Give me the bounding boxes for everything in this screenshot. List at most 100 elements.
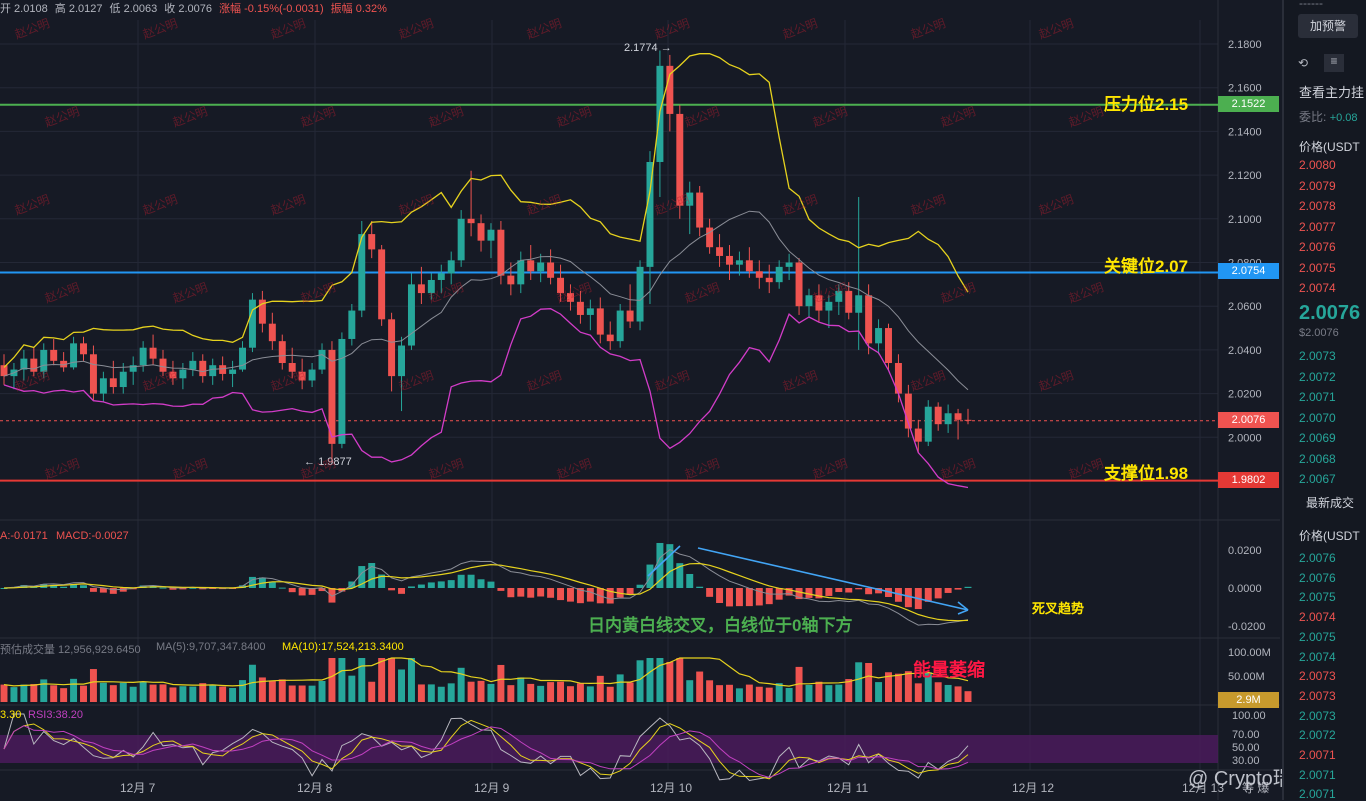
candle-body — [417, 284, 425, 294]
last-price: 2.0076 — [1299, 302, 1361, 324]
volume-bar — [229, 688, 237, 702]
sidebar-dashes: ------ — [1299, 0, 1323, 10]
candle-body — [199, 360, 207, 377]
volume-bar — [755, 686, 763, 702]
macd-bar — [89, 588, 97, 592]
volume-bar — [348, 675, 356, 702]
volume-bar — [99, 682, 107, 702]
volume-bar — [10, 687, 18, 702]
volume-bar — [606, 686, 614, 702]
volume-bar — [566, 686, 574, 702]
price-tick-label: 2.0000 — [1228, 432, 1262, 444]
candle-body — [696, 192, 704, 228]
close-value: 收 2.0076 — [164, 3, 212, 15]
candle-body — [119, 371, 127, 388]
rsi-label-b: RSI3:38.20 — [28, 709, 84, 721]
candle-body — [805, 295, 813, 307]
candle-body — [765, 277, 773, 283]
volume-bar — [706, 680, 714, 702]
order-book-panel: ------ 加预警 ⟲ ≡ 查看主力挂 委比: +0.08 价格(USDT 2… — [1282, 0, 1366, 801]
trade-price: 2.0076 — [1299, 551, 1336, 565]
macd-bar — [686, 573, 694, 588]
candle-body — [547, 262, 555, 278]
candlestick-chart[interactable]: 2.18002.16002.14002.12002.10002.08002.06… — [0, 0, 1313, 800]
volume-bar — [964, 691, 972, 702]
volume-label: 预估成交量 12,956,929.6450 — [0, 644, 141, 656]
candle-body — [954, 413, 962, 420]
macd-bar — [825, 588, 833, 596]
order-book-price: 2.0076 — [1299, 240, 1336, 254]
candle-body — [885, 328, 892, 364]
macd-bar — [60, 586, 68, 588]
volume-bar — [616, 674, 624, 702]
trade-price: 2.0074 — [1299, 610, 1336, 625]
candle-body — [398, 345, 406, 377]
trade-price: 2.0075 — [1299, 590, 1336, 605]
volume-bar — [904, 671, 912, 702]
order-book-price: 2.0080 — [1299, 158, 1336, 172]
open-value: 开 2.0108 — [0, 3, 48, 15]
volume-bar — [398, 669, 406, 702]
main-orders-link[interactable]: 查看主力挂 — [1299, 82, 1364, 101]
candle-body — [457, 218, 465, 261]
candle-body — [149, 347, 157, 359]
volume-tick-label: 100.00M — [1228, 647, 1271, 659]
macd-bar — [517, 588, 525, 597]
macd-histogram — [0, 542, 972, 610]
order-book-price: 2.0072 — [1299, 369, 1336, 384]
volume-bar — [30, 684, 38, 702]
volume-bar — [497, 664, 505, 702]
volume-bar — [467, 681, 475, 702]
ratio-label-text: 委比: — [1299, 110, 1327, 124]
candle-body — [109, 378, 117, 388]
price-tick-label: 2.1400 — [1228, 126, 1262, 138]
change-value: 涨幅 -0.15%(-0.0031) — [219, 3, 324, 15]
macd-bar — [159, 587, 167, 589]
volume-bar — [875, 682, 883, 702]
volume-note: 能量萎缩 — [913, 660, 985, 680]
candle-body — [875, 328, 883, 344]
key-level-annotation: 关键位2.07 — [1104, 257, 1189, 276]
candle-body — [139, 347, 147, 366]
candle-body — [248, 299, 256, 348]
candle-body — [348, 310, 356, 339]
volume-bar — [288, 685, 296, 702]
candle-body — [666, 65, 674, 114]
price-tick-label: 2.1800 — [1228, 39, 1262, 51]
macd-bar — [835, 588, 843, 593]
book-icon[interactable]: ≡ — [1324, 54, 1344, 72]
candle-body — [50, 349, 58, 361]
ohlc-bar: 开 2.0108 高 2.0127 低 2.0063 收 2.0076 涨幅 -… — [0, 0, 391, 16]
macd-bar — [706, 588, 714, 597]
add-alert-button[interactable]: 加预警 — [1298, 14, 1358, 38]
volume-bar — [954, 686, 962, 702]
trade-price: 2.0071 — [1299, 767, 1336, 782]
grid-lines — [0, 20, 1218, 770]
volume-bar — [557, 681, 565, 702]
candle-body — [477, 223, 485, 241]
candle-body — [89, 354, 97, 394]
volume-bar — [50, 685, 58, 702]
rsi-label-a: 3.30 — [0, 709, 22, 721]
volume-bar — [129, 686, 137, 702]
macd-bar — [487, 581, 495, 588]
candle-body — [437, 273, 445, 280]
volume-bar — [745, 684, 753, 702]
macd-tick-label: -0.0200 — [1228, 621, 1265, 633]
order-book-price: 2.0068 — [1299, 451, 1336, 466]
macd-bar — [477, 579, 485, 588]
candle-body — [726, 255, 733, 265]
order-book-price: 2.0067 — [1299, 472, 1336, 486]
ratio-value: +0.08 — [1329, 112, 1358, 124]
volume-bar — [60, 688, 68, 702]
volume-bar — [894, 673, 902, 702]
macd-bar — [636, 584, 644, 588]
macd-bar — [934, 588, 942, 599]
candle-body — [368, 234, 376, 250]
macd-label-a: A:-0.0171 — [0, 530, 48, 542]
macd-bar — [417, 584, 425, 588]
volume-bar — [199, 683, 207, 702]
trades-header: 最新成交 — [1306, 496, 1355, 510]
layout-icon[interactable]: ⟲ — [1298, 56, 1308, 70]
trade-price: 2.0075 — [1299, 629, 1336, 644]
